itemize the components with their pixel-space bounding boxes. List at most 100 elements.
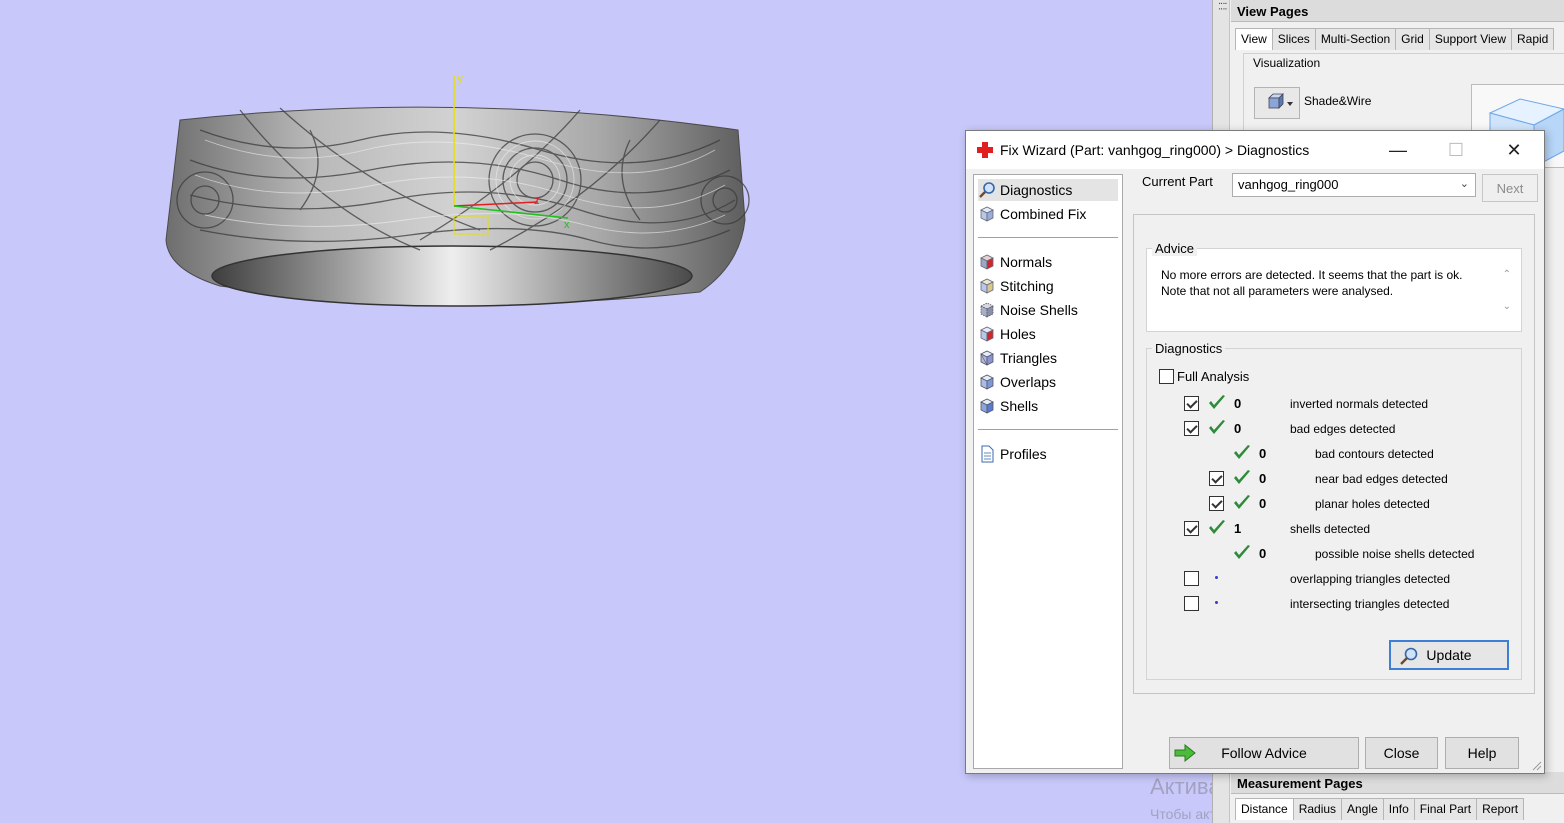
tab-distance[interactable]: Distance [1235, 798, 1294, 820]
nav-label: Stitching [1000, 278, 1054, 294]
axis-z-label: z [534, 195, 540, 207]
green-check-icon [1209, 520, 1225, 534]
follow-advice-button[interactable]: Follow Advice [1169, 737, 1359, 769]
diagnostic-checkbox[interactable] [1184, 521, 1199, 536]
diagnostic-count: 0 [1259, 546, 1267, 561]
full-analysis-checkbox[interactable] [1159, 369, 1174, 384]
tab-final-part[interactable]: Final Part [1413, 798, 1478, 820]
green-check-icon [1234, 545, 1250, 559]
diagnostic-checkbox[interactable] [1184, 421, 1199, 436]
dialog-titlebar[interactable]: Fix Wizard (Part: vanhgog_ring000) > Dia… [966, 131, 1544, 169]
tab-info[interactable]: Info [1382, 798, 1415, 820]
tab-view[interactable]: View [1235, 28, 1273, 50]
magnifier-icon [1400, 647, 1418, 665]
diagnostic-count: 0 [1234, 396, 1242, 411]
nav-item-profiles[interactable]: Profiles [978, 443, 1118, 465]
measurement-pages-tabs: Distance Radius Angle Info Final Part Re… [1235, 798, 1525, 820]
diagnostic-text: shells detected [1290, 522, 1371, 536]
tab-rapid[interactable]: Rapid [1511, 28, 1555, 50]
tab-report[interactable]: Report [1476, 798, 1525, 820]
tab-angle[interactable]: Angle [1341, 798, 1384, 820]
nav-item-shells[interactable]: Shells [978, 395, 1118, 417]
nav-item-normals[interactable]: Normals [978, 251, 1118, 273]
diagnostic-text: planar holes detected [1315, 497, 1430, 511]
tab-support-view[interactable]: Support View [1428, 28, 1512, 50]
diagnostic-checkbox[interactable] [1184, 571, 1199, 586]
diagnostic-text: overlapping triangles detected [1290, 572, 1451, 586]
overlaps-icon [980, 374, 994, 390]
green-check-icon [1234, 470, 1250, 484]
next-button[interactable]: Next [1482, 174, 1538, 202]
current-part-value: vanhgog_ring000 [1238, 177, 1339, 192]
axis-x-label: x [564, 219, 570, 231]
diagnostic-checkbox[interactable] [1184, 396, 1199, 411]
green-check-icon [1209, 395, 1225, 409]
help-button[interactable]: Help [1445, 737, 1519, 769]
diagnostic-checkbox[interactable] [1209, 496, 1224, 511]
nav-label: Combined Fix [1000, 206, 1087, 222]
document-icon [981, 445, 994, 463]
nav-item-noise-shells[interactable]: Noise Shells [978, 299, 1118, 321]
green-check-icon [1234, 445, 1250, 459]
pending-dot-icon [1215, 601, 1218, 604]
nav-item-stitching[interactable]: Stitching [978, 275, 1118, 297]
holes-icon [980, 326, 994, 342]
view-pages-tabs: View Slices Multi-Section Grid Support V… [1235, 28, 1555, 50]
diagnostics-panel: No more errors are detected. It seems th… [1133, 214, 1535, 694]
view-pages-title: View Pages [1231, 0, 1564, 22]
green-check-icon [1234, 495, 1250, 509]
axis-y-label: y [457, 71, 463, 85]
nav-label: Normals [1000, 254, 1053, 270]
tab-grid[interactable]: Grid [1395, 28, 1430, 50]
cube-shade-icon [1268, 93, 1293, 109]
ring-model[interactable]: y z x [160, 70, 760, 320]
nav-label: Shells [1000, 398, 1039, 414]
shade-mode-button[interactable] [1254, 87, 1300, 119]
tab-multi-section[interactable]: Multi-Section [1314, 28, 1397, 50]
shells-icon [980, 398, 994, 414]
tab-radius[interactable]: Radius [1292, 798, 1343, 820]
diagnostic-count: 0 [1259, 496, 1267, 511]
nav-separator [978, 237, 1118, 238]
close-window-button[interactable]: ✕ [1494, 136, 1534, 164]
diagnostic-checkbox[interactable] [1209, 471, 1224, 486]
nav-item-triangles[interactable]: Triangles [978, 347, 1118, 369]
tab-slices[interactable]: Slices [1271, 28, 1316, 50]
advice-label: Advice [1152, 241, 1198, 256]
current-part-select[interactable]: vanhgog_ring000 ⌄ [1232, 173, 1476, 197]
advice-scrollbar[interactable]: ⌃ ⌄ [1503, 267, 1511, 315]
diagnostic-text: intersecting triangles detected [1290, 597, 1450, 611]
diagnostic-text: bad edges detected [1290, 422, 1396, 436]
diagnostic-text: possible noise shells detected [1315, 547, 1475, 561]
diagnostic-count: 0 [1259, 471, 1267, 486]
nav-item-overlaps[interactable]: Overlaps [978, 371, 1118, 393]
nav-label: Holes [1000, 326, 1036, 342]
nav-item-combined-fix[interactable]: Combined Fix [978, 203, 1118, 225]
maximize-button[interactable]: ☐ [1436, 136, 1476, 164]
nav-label: Noise Shells [1000, 302, 1078, 318]
nav-item-diagnostics[interactable]: Diagnostics [978, 179, 1118, 201]
nav-separator [978, 429, 1118, 430]
triangles-icon [980, 350, 994, 366]
nav-label: Profiles [1000, 446, 1047, 462]
minimize-button[interactable]: — [1378, 136, 1418, 164]
current-part-label: Current Part [1142, 174, 1213, 189]
diagnostic-text: near bad edges detected [1315, 472, 1448, 486]
diagnostic-text: inverted normals detected [1290, 397, 1429, 411]
red-cross-icon [977, 142, 993, 158]
advice-box: No more errors are detected. It seems th… [1146, 248, 1522, 332]
fix-wizard-nav: Diagnostics Combined Fix Normals Stitchi… [973, 174, 1123, 769]
green-check-icon [1209, 420, 1225, 434]
close-button[interactable]: Close [1365, 737, 1438, 769]
chevron-down-icon: ⌄ [1459, 178, 1469, 190]
update-label: Update [1426, 647, 1472, 663]
normals-icon [980, 254, 994, 270]
update-button[interactable]: Update [1389, 640, 1509, 670]
diagnostic-count: 0 [1234, 421, 1242, 436]
nav-label: Diagnostics [1000, 182, 1073, 198]
measurement-pages-title: Measurement Pages [1231, 772, 1564, 794]
nav-item-holes[interactable]: Holes [978, 323, 1118, 345]
green-arrow-icon [1174, 744, 1196, 762]
resize-grip-icon[interactable] [1530, 759, 1542, 771]
diagnostic-checkbox[interactable] [1184, 596, 1199, 611]
